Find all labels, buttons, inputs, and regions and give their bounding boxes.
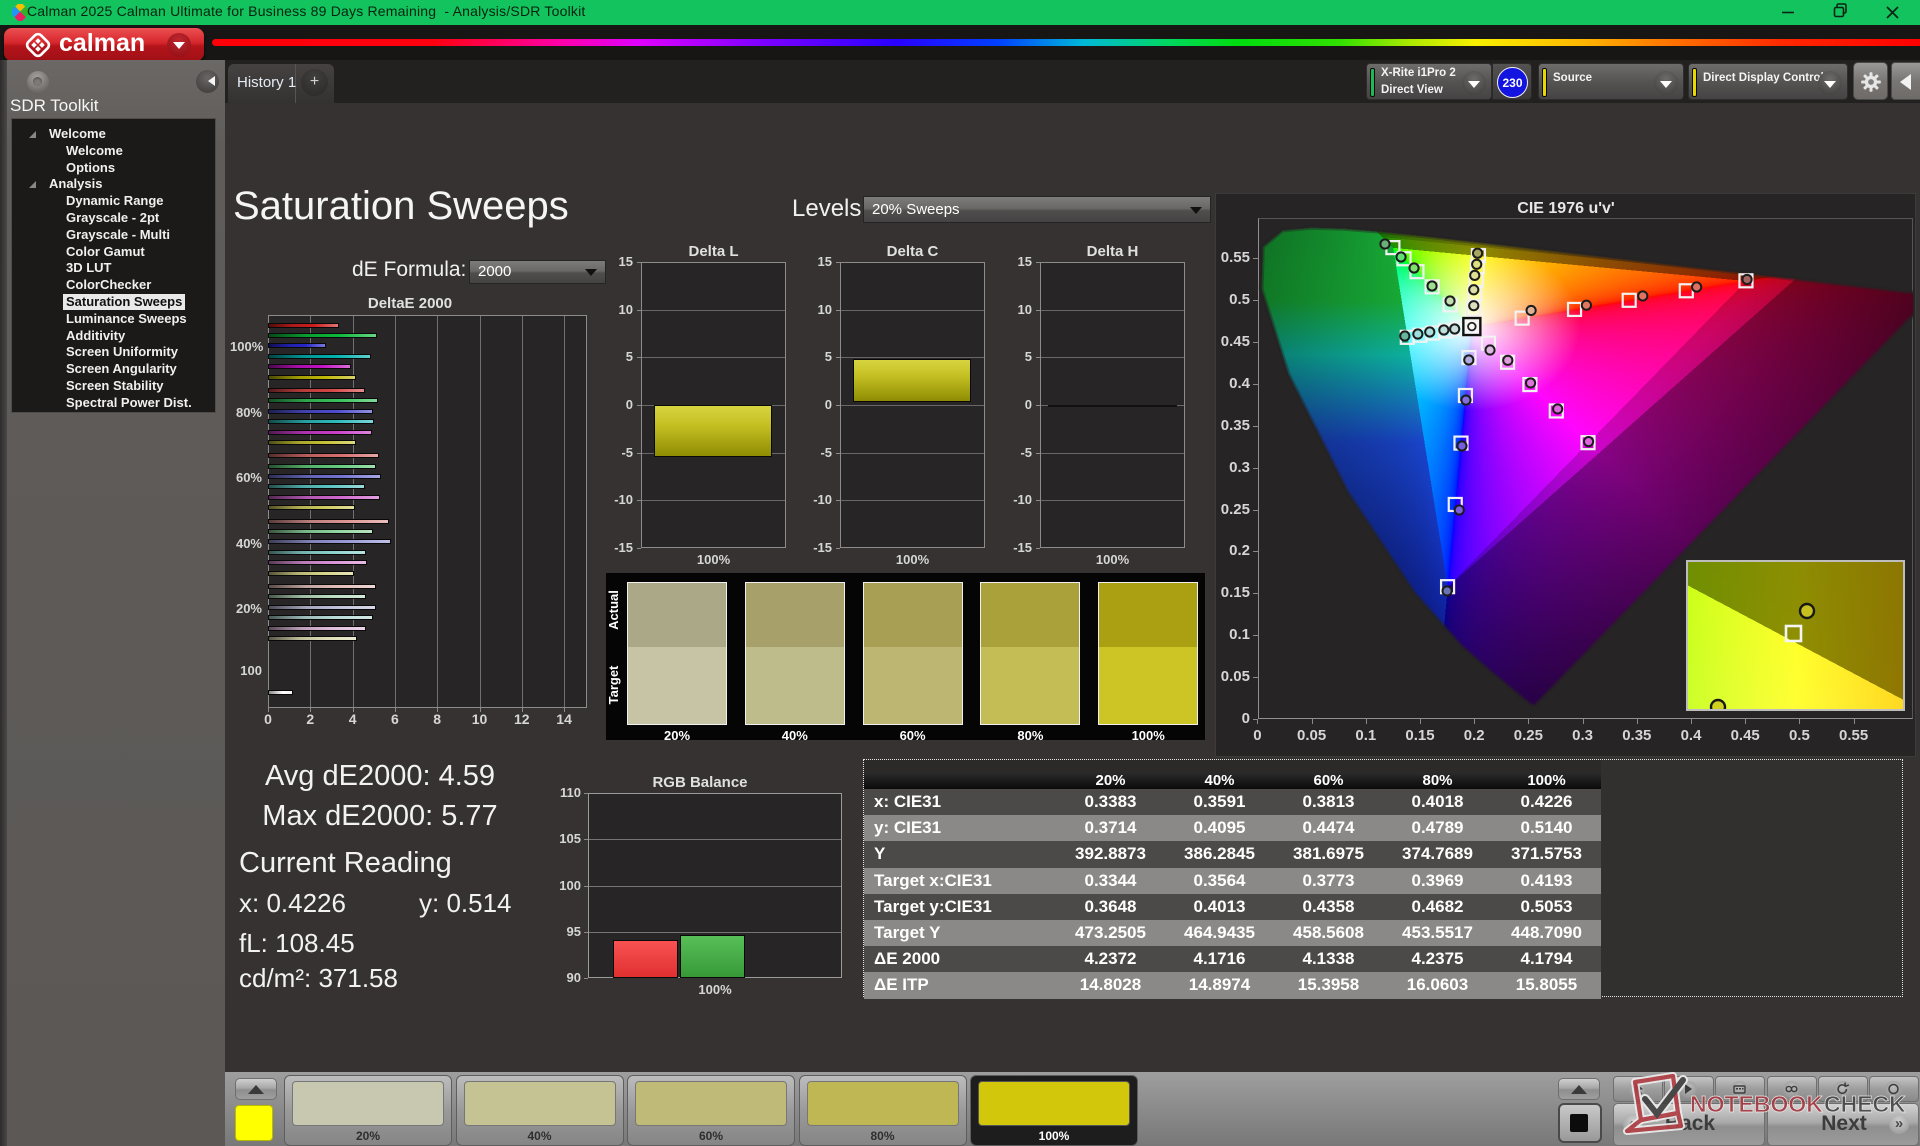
svg-text:CHECK: CHECK xyxy=(1824,1091,1906,1117)
svg-text:NOTEBOOK: NOTEBOOK xyxy=(1690,1091,1823,1117)
